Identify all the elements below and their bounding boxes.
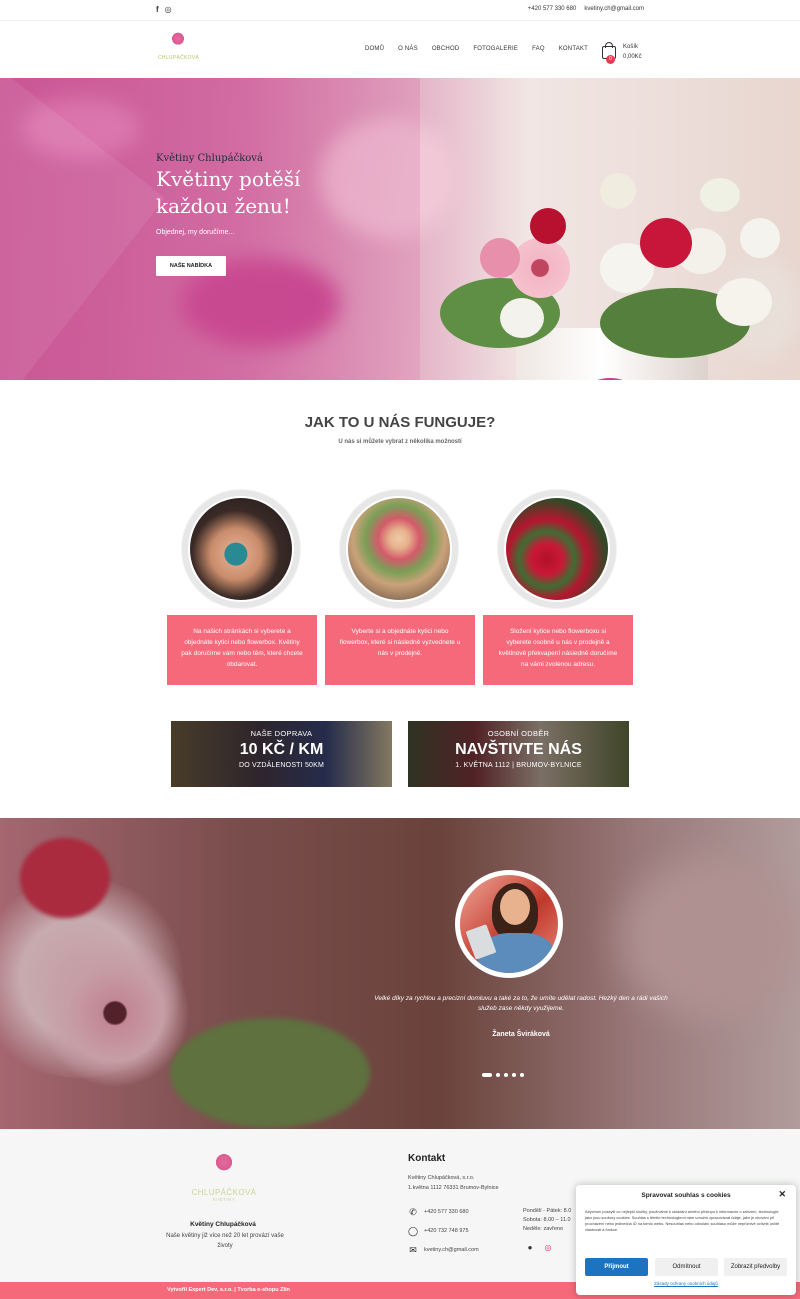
- site-logo[interactable]: CHLUPÁČKOVÁ: [158, 31, 200, 71]
- hero-rose-red: [530, 208, 566, 244]
- close-icon[interactable]: ✕: [778, 1189, 786, 1200]
- hero-subtitle: Květiny Chlupáčková: [156, 153, 263, 164]
- step-card-in-store: Složení kytice nebo flowerboxu si vybere…: [483, 615, 633, 685]
- footer-whatsapp-row[interactable]: ◯ +420 732 748 975: [408, 1226, 469, 1236]
- top-phone[interactable]: +420 577 330 680: [528, 6, 577, 12]
- hero-rose-red: [640, 218, 692, 268]
- nav-item-fotogalerie[interactable]: FOTOGALERIE: [473, 46, 518, 52]
- cart-label: Košík: [623, 44, 639, 50]
- hero-rose-white: [716, 278, 772, 326]
- privacy-policy-link[interactable]: Zásady ochrany osobních údajů: [576, 1281, 796, 1286]
- footer-logo-subtext: KVĚTINY: [212, 1197, 236, 1202]
- cookie-accept-button[interactable]: Přijmout: [585, 1258, 648, 1276]
- hero-title: Květiny potěší každou ženu!: [156, 167, 301, 218]
- facebook-icon[interactable]: f: [156, 5, 159, 14]
- footer-contact-title: Kontakt: [408, 1153, 446, 1164]
- hours-saturday: Sobota: 8.00 – 11.0: [523, 1217, 571, 1223]
- cart-button[interactable]: 0: [601, 42, 621, 64]
- step-image-florist: [340, 490, 458, 608]
- banner-delivery-price: 10 KČ / KM: [239, 741, 324, 758]
- hero-gerbera: [510, 238, 570, 298]
- top-email[interactable]: kvetiny.ch@gmail.com: [584, 6, 644, 12]
- footer-company-name: Květiny Chlupáčková: [190, 1221, 256, 1228]
- banner-pickup-title: NAVŠTIVTE NÁS: [455, 741, 582, 758]
- facebook-icon[interactable]: ●: [525, 1243, 535, 1253]
- top-contacts: +420 577 330 680 kvetiny.ch@gmail.com: [528, 6, 644, 12]
- cookie-deny-button[interactable]: Odmítnout: [655, 1258, 718, 1276]
- banner-pickup-address: 1. KVĚTNA 1112 | BRUMOV-BYLNICE: [455, 762, 582, 769]
- nav-item-faq[interactable]: FAQ: [532, 46, 545, 52]
- nav-item-kontakt[interactable]: KONTAKT: [559, 46, 588, 52]
- footer-logo-text: CHLUPÁČKOVÁ: [191, 1188, 257, 1197]
- hero-rose-white: [740, 218, 780, 258]
- hero-banner: Květiny Chlupáčková Květiny potěší každo…: [0, 78, 800, 380]
- slide-dot[interactable]: [520, 1073, 524, 1077]
- whatsapp-icon: ◯: [408, 1226, 419, 1236]
- site-header: CHLUPÁČKOVÁ DOMŮ O NÁS OBCHOD FOTOGALERI…: [0, 20, 800, 78]
- top-bar: f ◎ +420 577 330 680 kvetiny.ch@gmail.co…: [0, 0, 800, 20]
- main-nav: DOMŮ O NÁS OBCHOD FOTOGALERIE FAQ KONTAK…: [365, 46, 588, 52]
- banner-pickup[interactable]: OSOBNÍ ODBĚR NAVŠTIVTE NÁS 1. KVĚTNA 111…: [408, 721, 629, 787]
- instagram-icon[interactable]: ◎: [165, 5, 172, 14]
- banner-delivery[interactable]: NAŠE DOPRAVA 10 KČ / KM DO VZDÁLENOSTI 5…: [171, 721, 392, 787]
- footer-phone-1: +420 577 330 680: [424, 1209, 469, 1215]
- how-title: JAK TO U NÁS FUNGUJE?: [304, 414, 496, 431]
- cookie-text: Abychom poskytli co nejlepší služby, pou…: [585, 1209, 780, 1232]
- step-card-delivery: Na našich stránkách si vyberete a objedn…: [167, 615, 317, 685]
- footer-email: kvetiny.ch@gmail.com: [424, 1247, 479, 1253]
- hours-weekdays: Pondělí - Pátek: 8.0: [523, 1208, 572, 1214]
- testimonial-section: [0, 818, 800, 1129]
- testimonial-author: Žaneta Šviráková: [492, 1031, 550, 1038]
- how-subtitle: U nás si můžete vybrat z několika možnos…: [338, 439, 462, 445]
- footer-opening-hours: Pondělí - Pátek: 8.0 Sobota: 8.00 – 11.0…: [523, 1207, 583, 1234]
- step-image-roses: [498, 490, 616, 608]
- cookie-preferences-button[interactable]: Zobrazit předvolby: [724, 1258, 787, 1276]
- footer-company-info: Květiny Chlupáčková, s.r.o. 1.května 111…: [408, 1173, 499, 1193]
- testimonial-avatar: [455, 870, 563, 978]
- slide-dot[interactable]: [504, 1073, 508, 1077]
- hero-flower-pink: [480, 238, 520, 278]
- testimonial-pagination: [482, 1073, 524, 1077]
- step-card-pickup: Vyberte si a objednáte kytici nebo flowe…: [325, 615, 475, 685]
- banner-pickup-label: OSOBNÍ ODBĚR: [487, 729, 550, 738]
- footer-social: ● ◎: [525, 1243, 553, 1253]
- footer-logo-flower-icon: [212, 1152, 236, 1186]
- nav-item-o-nas[interactable]: O NÁS: [398, 46, 418, 52]
- footer-phone-row[interactable]: ✆ +420 577 330 680: [408, 1207, 469, 1217]
- hours-sunday: Neděle: zavřeno: [523, 1226, 564, 1232]
- logo-text: CHLUPÁČKOVÁ: [158, 55, 200, 61]
- banner-delivery-label: NAŠE DOPRAVA: [250, 729, 313, 738]
- cart-count-badge: 0: [606, 55, 615, 64]
- footer-phone-2: +420 732 748 975: [424, 1228, 469, 1234]
- hero-offer-button[interactable]: NAŠE NABÍDKA: [156, 256, 226, 276]
- nav-item-obchod[interactable]: OBCHOD: [432, 46, 460, 52]
- nav-item-domu[interactable]: DOMŮ: [365, 46, 384, 52]
- slide-dot[interactable]: [482, 1073, 492, 1077]
- footer-logo[interactable]: CHLUPÁČKOVÁ KVĚTINY: [190, 1152, 258, 1202]
- slide-dot[interactable]: [512, 1073, 516, 1077]
- top-social: f ◎: [156, 5, 172, 14]
- cart-summary[interactable]: Košík 0,00Kč: [623, 42, 642, 62]
- cart-total: 0,00Kč: [623, 54, 642, 60]
- cookie-title: Spravovat souhlas s cookies: [641, 1192, 731, 1199]
- hero-rose-white: [500, 298, 544, 338]
- phone-icon: ✆: [409, 1207, 417, 1217]
- testimonial-quote: Velké díky za rychlou a precizní domluvu…: [374, 995, 668, 1012]
- hero-rose-white: [600, 173, 636, 209]
- footer-address-line: 1.května 1112 76331 Brumov-Bylnice: [408, 1185, 499, 1191]
- cookie-consent-dialog: Spravovat souhlas s cookies ✕ Abychom po…: [576, 1185, 796, 1295]
- hero-rose-white: [700, 178, 740, 212]
- slide-dot[interactable]: [496, 1073, 500, 1077]
- email-icon: ✉: [409, 1245, 417, 1255]
- instagram-icon[interactable]: ◎: [543, 1243, 553, 1253]
- footer-email-row[interactable]: ✉ kvetiny.ch@gmail.com: [408, 1245, 479, 1255]
- step-image-phone: [182, 490, 300, 608]
- hero-text: Objednej, my doručíme...: [156, 229, 235, 236]
- footer-company-line: Květiny Chlupáčková, s.r.o.: [408, 1175, 475, 1181]
- banner-delivery-range: DO VZDÁLENOSTI 50KM: [238, 762, 325, 769]
- logo-flower-icon: [169, 31, 187, 53]
- footer-description: Naše květiny již více než 20 let provází…: [166, 1233, 284, 1249]
